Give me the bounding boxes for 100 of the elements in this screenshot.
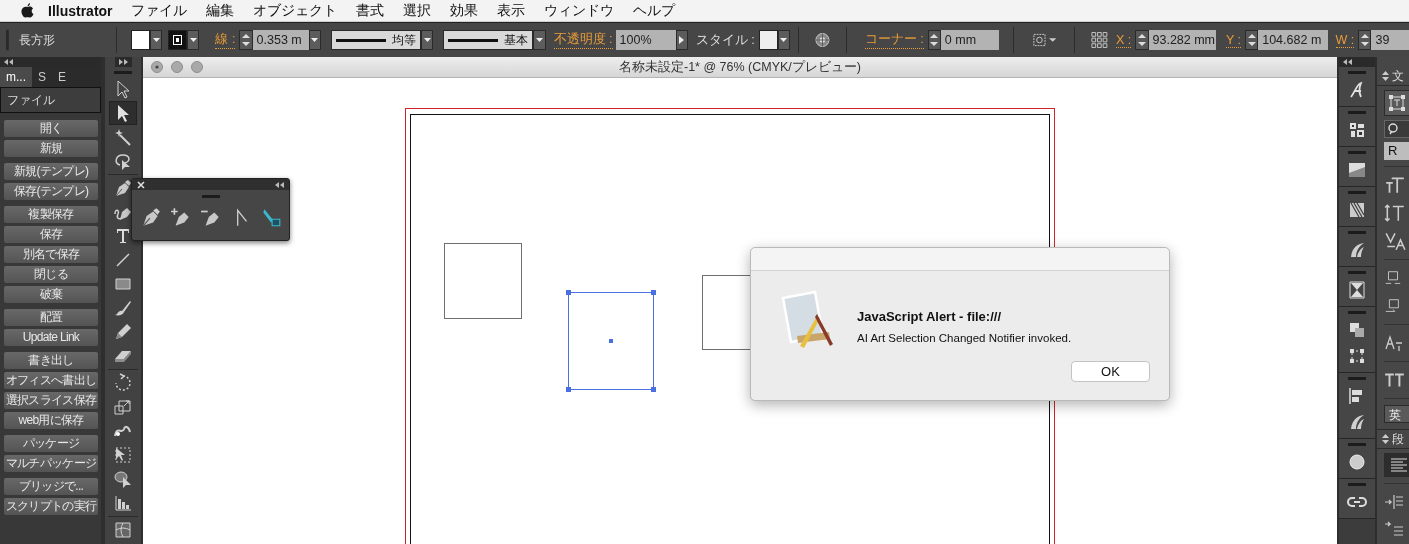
y-field[interactable]: 104.682 m <box>1258 30 1328 50</box>
menu-item[interactable]: ファイル <box>130 1 187 20</box>
expand-icon[interactable] <box>118 59 128 65</box>
script-button[interactable]: 新規 <box>4 140 98 157</box>
collapse-icon[interactable] <box>275 181 284 188</box>
x-label[interactable]: X : <box>1116 32 1132 48</box>
grip-icon[interactable] <box>201 195 220 198</box>
sort-arrows-icon[interactable] <box>1382 434 1389 444</box>
align-to-icon[interactable] <box>1031 32 1047 48</box>
script-button[interactable]: web用に保存 <box>4 412 98 429</box>
menu-item[interactable]: ウィンドウ <box>543 1 614 20</box>
opacity-field[interactable]: 100% <box>615 30 676 50</box>
panel-button[interactable] <box>1347 346 1367 366</box>
rectangle-shape[interactable] <box>444 243 522 319</box>
tool-button[interactable] <box>140 206 162 228</box>
script-button[interactable]: パッケージ <box>4 435 98 452</box>
tool-button[interactable] <box>109 101 137 125</box>
menu-item[interactable]: 効果 <box>449 1 478 20</box>
grip-icon[interactable] <box>1348 191 1366 194</box>
menu-item[interactable]: 選択 <box>402 1 431 20</box>
panel-button[interactable] <box>1347 200 1367 220</box>
fill-swatch[interactable] <box>131 30 151 50</box>
menu-item[interactable]: 書式 <box>355 1 384 20</box>
grip-icon[interactable] <box>114 70 132 74</box>
opacity-label[interactable]: 不透明度 : <box>553 31 613 49</box>
script-button[interactable]: 配置 <box>4 309 98 326</box>
grip-icon[interactable] <box>1348 483 1366 486</box>
w-label[interactable]: W : <box>1335 32 1355 48</box>
script-button[interactable]: 閉じる <box>4 266 98 283</box>
grip-icon[interactable] <box>1348 311 1366 314</box>
stroke-label[interactable]: 線 : <box>215 31 236 49</box>
script-button[interactable]: 開く <box>4 120 98 137</box>
script-button[interactable]: 選択スライス保存 <box>4 392 98 409</box>
script-button[interactable]: 破棄 <box>4 286 98 303</box>
menu-item[interactable]: 表示 <box>496 1 525 20</box>
menu-item[interactable]: ヘルプ <box>632 1 675 20</box>
script-button[interactable]: Update Link <box>4 329 98 346</box>
collapse-icon[interactable] <box>1343 59 1352 65</box>
grip-icon[interactable] <box>1348 231 1366 234</box>
grip-icon[interactable] <box>1348 111 1366 114</box>
grip-icon[interactable] <box>1348 151 1366 154</box>
script-button[interactable]: 保存 <box>4 226 98 243</box>
stroke-weight-field[interactable]: 0.353 m <box>252 30 309 50</box>
recolor-wheel-icon[interactable] <box>814 32 830 48</box>
script-button[interactable]: オフィスへ書出し <box>4 372 98 389</box>
grip-icon[interactable] <box>1348 71 1366 74</box>
apple-icon[interactable] <box>21 3 34 18</box>
script-button[interactable]: 別名で保存 <box>4 246 98 263</box>
stepper-button[interactable] <box>927 30 941 50</box>
panel-tab[interactable]: m... <box>0 67 32 87</box>
panel-title[interactable]: 段 <box>1392 430 1404 448</box>
section-header[interactable]: ファイル <box>0 87 101 113</box>
script-button[interactable]: 書き出し <box>4 352 98 369</box>
y-label[interactable]: Y : <box>1225 32 1241 48</box>
font-search-field[interactable] <box>1384 120 1409 138</box>
align-left-button[interactable] <box>1384 453 1409 477</box>
script-button[interactable]: 保存(テンプレ) <box>4 183 98 200</box>
app-name[interactable]: Illustrator <box>48 2 113 19</box>
rectangle-shape[interactable] <box>568 292 654 390</box>
corner-field[interactable]: 0 mm <box>940 30 999 50</box>
brush-dropdown[interactable]: 基本 <box>443 30 534 50</box>
dropdown-button[interactable] <box>187 30 200 50</box>
grip-icon[interactable] <box>1348 443 1366 446</box>
language-dropdown[interactable]: 英 <box>1384 405 1409 423</box>
menu-item[interactable]: 編集 <box>205 1 234 20</box>
corner-label[interactable]: コーナー : <box>864 31 924 49</box>
stepper-button[interactable] <box>1358 30 1372 50</box>
font-style-field[interactable]: R <box>1384 142 1409 160</box>
script-button[interactable]: スクリプトの実行 <box>4 498 98 515</box>
script-button[interactable]: マルチパッケージ <box>4 455 98 472</box>
panel-button[interactable] <box>1347 320 1367 340</box>
grip-icon[interactable] <box>1348 377 1366 380</box>
script-button[interactable]: 複製保存 <box>4 206 98 223</box>
dropdown-button[interactable] <box>421 30 434 50</box>
script-button[interactable]: ブリッジで... <box>4 478 98 495</box>
panel-button[interactable] <box>1347 120 1367 140</box>
panel-button[interactable] <box>1347 280 1367 300</box>
frame-button[interactable] <box>1384 90 1409 116</box>
caret-icon[interactable] <box>1048 38 1057 42</box>
w-field[interactable]: 39 <box>1371 30 1409 50</box>
sort-arrows-icon[interactable] <box>1382 71 1389 81</box>
ok-button[interactable]: OK <box>1071 361 1150 382</box>
panel-button[interactable] <box>1347 452 1367 472</box>
panel-title[interactable]: 文 <box>1392 67 1404 85</box>
dropdown-button[interactable] <box>533 30 546 50</box>
stepper-button[interactable] <box>1135 30 1149 50</box>
menu-item[interactable]: オブジェクト <box>252 1 337 20</box>
grip-icon[interactable] <box>1348 271 1366 274</box>
script-button[interactable]: 新規(テンプレ) <box>4 163 98 180</box>
reference-point-icon[interactable] <box>1091 31 1108 49</box>
panel-button[interactable] <box>1347 160 1367 180</box>
stepper-button[interactable] <box>239 30 253 50</box>
stroke-profile-dropdown[interactable]: 均等 <box>331 30 422 50</box>
collapse-icon[interactable] <box>4 59 13 65</box>
stepper-button[interactable] <box>1245 30 1259 50</box>
stroke-swatch[interactable] <box>168 30 188 50</box>
dropdown-button[interactable] <box>150 30 163 50</box>
close-icon[interactable] <box>151 61 163 73</box>
x-field[interactable]: 93.282 mm <box>1148 30 1216 50</box>
style-swatch[interactable] <box>758 30 778 50</box>
